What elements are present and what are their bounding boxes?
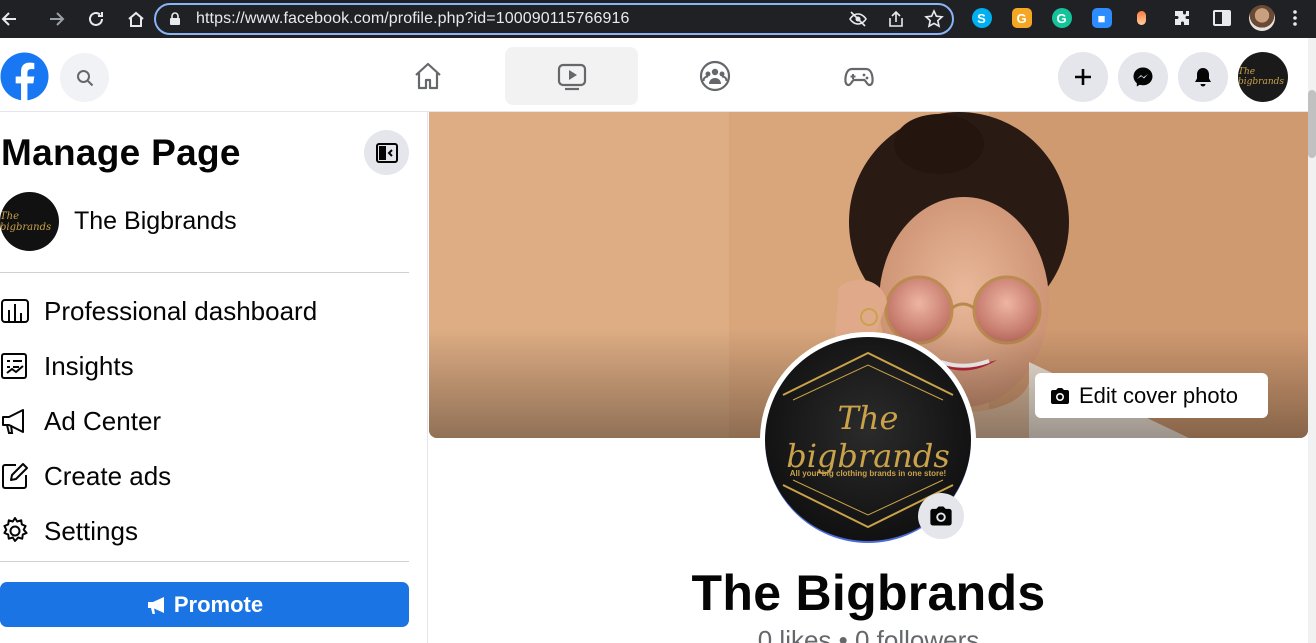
skype-icon: S [971, 8, 992, 28]
gear-icon [3, 517, 28, 542]
notifications-button[interactable] [1178, 52, 1228, 102]
watch-icon [557, 63, 586, 91]
arrow-right-icon [50, 12, 65, 26]
search-icon [76, 69, 93, 86]
camera-icon [930, 506, 952, 526]
reload-icon [89, 11, 103, 26]
puzzle-icon [1174, 11, 1189, 25]
kebab-menu-icon [1293, 10, 1297, 26]
sidebar-item-label: Insights [44, 350, 134, 381]
insights-icon [1, 353, 27, 379]
reload-button[interactable] [76, 0, 116, 38]
create-button[interactable] [1058, 52, 1108, 102]
zoom-icon: ■ [1091, 8, 1112, 28]
manage-page-sidebar: Manage Page The bigbrands The Bigbrands … [0, 112, 428, 643]
g-extension-icon: G [1011, 8, 1032, 28]
messenger-button[interactable] [1118, 52, 1168, 102]
notifications-icon [1195, 68, 1211, 87]
promote-label: Promote [173, 591, 264, 617]
home-icon [128, 11, 144, 27]
page-name-label: The Bigbrands [74, 207, 237, 235]
tab-gaming[interactable] [792, 47, 925, 105]
page-avatar: The bigbrands [0, 192, 59, 251]
promote-button[interactable]: Promote [0, 582, 409, 627]
browser-toolbar: https://www.facebook.com/profile.php?id=… [0, 0, 1316, 38]
tab-groups[interactable] [648, 47, 781, 105]
back-button[interactable] [0, 0, 20, 38]
extension-dot-icon [1132, 8, 1152, 28]
logo-tagline: All your big clothing brands in one stor… [789, 469, 947, 478]
sidebar-item-ad-center[interactable]: Ad Center [0, 396, 161, 446]
facebook-logo-icon[interactable] [0, 52, 49, 101]
page-scrollbar[interactable] [1308, 38, 1316, 643]
logo-text-small: The bigbrands [1238, 67, 1285, 87]
sidebar-item-label: Create ads [44, 460, 172, 491]
edit-cover-photo-button[interactable]: Edit cover photo [1035, 373, 1268, 418]
skype-extension[interactable]: S [968, 4, 995, 32]
profile-avatar-icon [1248, 5, 1275, 31]
chrome-profile-button[interactable] [1248, 4, 1275, 32]
sidebar-item-professional-dashboard[interactable]: Professional dashboard [0, 286, 317, 336]
collapse-sidebar-button[interactable] [364, 130, 409, 175]
create-icon [1075, 69, 1091, 85]
megaphone-icon [2, 409, 24, 434]
side-panel-icon [1212, 10, 1231, 26]
page-title: The Bigbrands [691, 565, 1046, 621]
star-icon[interactable] [924, 9, 944, 29]
extensions-button[interactable] [1168, 4, 1195, 32]
arrow-left-icon [1, 12, 16, 26]
page-stats: 0 likes • 0 followers [757, 625, 980, 643]
edit-cover-label: Edit cover photo [1079, 382, 1238, 408]
sidebar-item-create-ads[interactable]: Create ads [0, 451, 171, 501]
sidebar-item-label: Professional dashboard [44, 295, 318, 326]
chrome-menu-button[interactable] [1288, 4, 1302, 32]
edit-icon [1, 463, 28, 489]
sidebar-item-settings[interactable]: Settings [0, 506, 138, 556]
tab-watch[interactable] [505, 47, 638, 105]
page-selector[interactable]: The bigbrands The Bigbrands [0, 192, 237, 251]
home-icon [414, 62, 441, 90]
facebook-header: The bigbrands [0, 38, 1308, 112]
update-profile-picture-button[interactable] [918, 493, 964, 539]
grammarly-extension[interactable]: G [1048, 4, 1075, 32]
g-extension[interactable]: G [1008, 4, 1035, 32]
account-avatar[interactable]: The bigbrands [1238, 52, 1288, 102]
gaming-icon [843, 67, 874, 87]
sidebar-item-insights[interactable]: Insights [0, 341, 134, 391]
forward-button[interactable] [36, 0, 76, 38]
logo-text: The bigbrands [786, 399, 950, 475]
share-icon[interactable] [886, 9, 906, 29]
home-button[interactable] [116, 0, 156, 38]
grammarly-icon: G [1051, 8, 1072, 28]
scroll-thumb[interactable] [1308, 90, 1316, 158]
facebook-search-button[interactable] [60, 53, 109, 102]
lock-icon [170, 12, 180, 25]
tab-home[interactable] [361, 47, 494, 105]
zoom-extension[interactable]: ■ [1088, 4, 1115, 32]
address-bar[interactable]: https://www.facebook.com/profile.php?id=… [154, 3, 954, 35]
side-panel-button[interactable] [1208, 4, 1235, 32]
dot-extension[interactable] [1128, 4, 1155, 32]
eye-off-icon[interactable] [848, 9, 868, 29]
divider [0, 272, 409, 273]
camera-icon [1051, 387, 1069, 404]
page-main: Edit cover photo The bigbrands All your … [429, 112, 1308, 643]
megaphone-icon [147, 596, 164, 614]
sidebar-item-label: Ad Center [44, 405, 162, 436]
logo-text-sidebar: The bigbrands [0, 210, 52, 233]
messenger-icon [1133, 67, 1153, 87]
sidebar-item-label: Settings [44, 515, 138, 546]
dashboard-icon [1, 299, 29, 323]
collapse-panel-icon [375, 142, 398, 163]
groups-icon [699, 60, 730, 92]
divider [0, 561, 409, 562]
sidebar-title: Manage Page [1, 132, 241, 173]
url-text: https://www.facebook.com/profile.php?id=… [196, 10, 630, 27]
